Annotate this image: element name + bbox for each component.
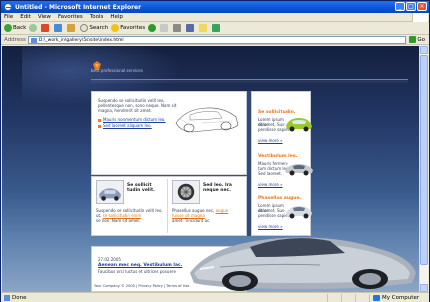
- menu-favorites[interactable]: Favorites: [58, 14, 83, 20]
- minimize-button[interactable]: _: [395, 2, 405, 11]
- search-icon: [80, 24, 89, 32]
- stop-button[interactable]: [41, 24, 51, 32]
- history-button[interactable]: [148, 24, 157, 32]
- menu-edit[interactable]: Edit: [20, 14, 31, 20]
- browser-window: Untitled - Microsoft Internet Explorer _…: [0, 0, 430, 302]
- car-thumbnail[interactable]: [96, 180, 124, 204]
- nav-bar: [91, 79, 408, 83]
- window-title: Untitled - Microsoft Internet Explorer: [15, 3, 142, 11]
- refresh-button[interactable]: [54, 24, 64, 32]
- scroll-thumb[interactable]: [420, 55, 428, 265]
- news-text: Faucibus orci luctus et ultrices posuere: [98, 269, 176, 274]
- ie-icon: [4, 3, 12, 11]
- scroll-down-icon[interactable]: [420, 284, 428, 292]
- feature-left-title: tudin velit.: [127, 188, 155, 193]
- history-icon: [148, 24, 157, 32]
- news-date: 27.02.2005: [98, 257, 121, 262]
- menu-help[interactable]: Help: [110, 14, 123, 20]
- home-icon: [67, 24, 76, 32]
- security-zone: My Computer: [369, 293, 429, 302]
- windows-logo-icon: [412, 13, 428, 22]
- forward-arrow-icon: [29, 24, 38, 32]
- my-computer-icon: [373, 294, 380, 301]
- wheel-image: [177, 183, 195, 201]
- edit-icon: [186, 24, 195, 32]
- search-button[interactable]: Search: [80, 24, 108, 32]
- page-icon: [30, 37, 37, 43]
- intro-link[interactable]: Mauris nonmentum dictum leo.: [98, 117, 166, 122]
- car-image[interactable]: [284, 114, 314, 132]
- view-more-link[interactable]: view more »: [258, 138, 283, 143]
- messenger-icon: [212, 24, 221, 32]
- bullet-icon: [98, 118, 101, 122]
- scroll-up-icon[interactable]: [420, 46, 428, 54]
- address-url: D:\_work_in\gallery\5s\site\index.html: [38, 37, 124, 43]
- site-tagline: best professional services: [91, 68, 143, 73]
- menu-tools[interactable]: Tools: [90, 14, 104, 20]
- page-viewport: best professional services Suspendo se s…: [2, 46, 420, 292]
- close-button[interactable]: ×: [417, 2, 427, 11]
- favorites-button[interactable]: Favorites: [111, 24, 145, 32]
- page-icon: [4, 294, 10, 301]
- feature-right-title: neque nec.: [203, 188, 231, 193]
- home-button[interactable]: [67, 24, 77, 32]
- bullet-icon: [98, 124, 101, 128]
- news-title-link[interactable]: Aenean mec neq. Vestibulum lac.: [98, 263, 182, 268]
- view-more-link[interactable]: view more »: [258, 182, 283, 187]
- go-arrow-icon: [409, 36, 417, 43]
- wheel-thumbnail[interactable]: [172, 180, 200, 204]
- stop-icon: [41, 24, 50, 32]
- back-button[interactable]: Back: [4, 24, 26, 32]
- maximize-button[interactable]: □: [406, 2, 416, 11]
- address-input[interactable]: D:\_work_in\gallery\5s\site\index.html: [27, 35, 407, 44]
- website: best professional services Suspendo se s…: [2, 46, 420, 292]
- back-arrow-icon: [4, 24, 12, 32]
- menu-file[interactable]: File: [4, 14, 13, 20]
- go-button[interactable]: Go: [409, 36, 425, 43]
- folder-button[interactable]: [199, 24, 209, 32]
- feature-left-text: se non. Nam sit amet.: [96, 218, 141, 223]
- address-bar: Address D:\_work_in\gallery\5s\site\inde…: [1, 35, 429, 45]
- mail-button[interactable]: [160, 24, 170, 32]
- intro-text-line: magna, hendrerit sit amet.: [98, 108, 152, 113]
- menu-view[interactable]: View: [38, 14, 51, 20]
- menu-bar: File Edit View Favorites Tools Help: [1, 13, 429, 22]
- edit-button[interactable]: [186, 24, 196, 32]
- star-icon: [111, 24, 120, 32]
- toolbar: Back Search Favorites: [1, 22, 429, 35]
- folder-icon: [199, 24, 208, 32]
- feature-right-link[interactable]: augue: [216, 208, 229, 213]
- vertical-scrollbar[interactable]: [419, 46, 428, 292]
- refresh-icon: [54, 24, 63, 32]
- car-image[interactable]: [284, 201, 314, 219]
- status-text: Done: [1, 294, 327, 301]
- copyright: Your Company © 2005 | Privacy Policy | T…: [94, 284, 190, 288]
- address-label: Address: [4, 36, 26, 43]
- status-bar: Done My Computer: [1, 292, 429, 302]
- print-icon: [173, 24, 182, 32]
- intro-link[interactable]: Sed laoreet aliquam leo.: [98, 123, 152, 128]
- car-image[interactable]: [284, 158, 314, 176]
- print-button[interactable]: [173, 24, 183, 32]
- title-bar[interactable]: Untitled - Microsoft Internet Explorer _…: [1, 1, 429, 13]
- forward-button[interactable]: [29, 24, 38, 32]
- car-image: [99, 188, 121, 201]
- hero-car-image: [190, 237, 416, 291]
- messenger-button[interactable]: [212, 24, 222, 32]
- car-sketch-image: [175, 107, 239, 133]
- mail-icon: [160, 24, 169, 32]
